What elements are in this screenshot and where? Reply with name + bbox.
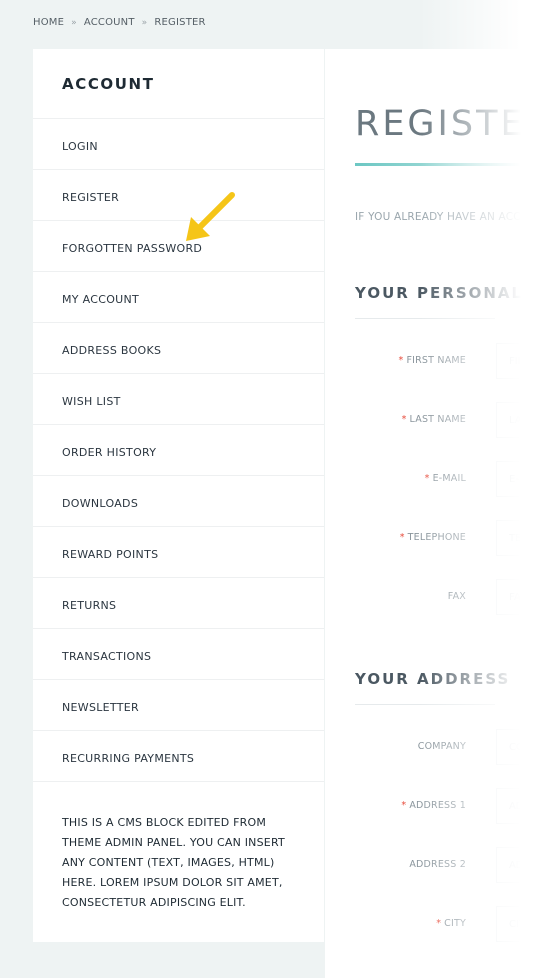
sidebar-item-transactions[interactable]: TRANSACTIONS <box>33 629 324 680</box>
main-content <box>325 49 539 978</box>
sidebar-item-my-account[interactable]: MY ACCOUNT <box>33 272 324 323</box>
form-row-fax: FAX <box>325 579 539 617</box>
form-row-email: * E-MAIL <box>325 461 539 499</box>
required-mark: * <box>399 532 405 543</box>
address-1-input[interactable] <box>496 788 539 824</box>
account-menu: LOGIN REGISTER FORGOTTEN PASSWORD MY ACC… <box>33 119 324 782</box>
form-row-address-1: * ADDRESS 1 <box>325 788 539 826</box>
sidebar-item-login[interactable]: LOGIN <box>33 119 324 170</box>
personal-details-heading: YOUR PERSONAL DE <box>355 284 539 302</box>
section-divider <box>355 318 495 319</box>
sidebar-item-newsletter[interactable]: NEWSLETTER <box>33 680 324 731</box>
company-input[interactable] <box>496 729 539 765</box>
city-input[interactable] <box>496 906 539 942</box>
breadcrumb-separator-icon: » <box>71 17 77 28</box>
breadcrumb-register[interactable]: REGISTER <box>154 17 205 28</box>
first-name-label: * FIRST NAME <box>399 355 466 366</box>
breadcrumb-home[interactable]: HOME <box>33 17 64 28</box>
city-label-text: CITY <box>444 918 466 929</box>
last-name-label: * LAST NAME <box>402 414 466 425</box>
required-mark: * <box>424 473 430 484</box>
section-divider <box>355 704 495 705</box>
telephone-label-text: TELEPHONE <box>407 532 466 543</box>
address-heading: YOUR ADDRESS <box>355 670 511 688</box>
sidebar-item-address-books[interactable]: ADDRESS BOOKS <box>33 323 324 374</box>
sidebar-item-order-history[interactable]: ORDER HISTORY <box>33 425 324 476</box>
breadcrumb-separator-icon: » <box>141 17 148 28</box>
form-row-last-name: * LAST NAME <box>325 402 539 440</box>
last-name-label-text: LAST NAME <box>409 414 466 425</box>
fax-input[interactable] <box>496 579 539 615</box>
address-1-label: * ADDRESS 1 <box>401 800 466 811</box>
sidebar-item-register[interactable]: REGISTER <box>33 170 324 221</box>
address-2-label: ADDRESS 2 <box>409 859 466 870</box>
required-mark: * <box>436 918 442 929</box>
cms-block-text: THIS IS A CMS BLOCK EDITED FROM THEME AD… <box>62 816 285 909</box>
email-input[interactable] <box>496 461 539 497</box>
company-label: COMPANY <box>417 741 466 752</box>
required-mark: * <box>398 355 404 366</box>
email-label: * E-MAIL <box>425 473 466 484</box>
sidebar-item-wish-list[interactable]: WISH LIST <box>33 374 324 425</box>
form-row-telephone: * TELEPHONE <box>325 520 539 558</box>
form-row-first-name: * FIRST NAME <box>325 343 539 381</box>
city-label: * CITY <box>436 918 466 929</box>
sidebar-title: ACCOUNT <box>33 49 324 119</box>
title-underline <box>355 163 520 166</box>
form-row-company: COMPANY <box>325 729 539 767</box>
email-label-text: E-MAIL <box>432 473 466 484</box>
required-mark: * <box>401 414 407 425</box>
sidebar-item-reward-points[interactable]: REWARD POINTS <box>33 527 324 578</box>
sidebar-item-returns[interactable]: RETURNS <box>33 578 324 629</box>
address-2-input[interactable] <box>496 847 539 883</box>
annotation-arrow-icon <box>186 192 235 241</box>
required-mark: * <box>401 800 407 811</box>
form-row-city: * CITY <box>325 906 539 944</box>
form-row-address-2: ADDRESS 2 <box>325 847 539 885</box>
intro-text: IF YOU ALREADY HAVE AN ACC <box>355 211 521 223</box>
breadcrumb: HOME » ACCOUNT » REGISTER <box>33 17 206 28</box>
telephone-label: * TELEPHONE <box>400 532 466 543</box>
sidebar-item-forgotten-password[interactable]: FORGOTTEN PASSWORD <box>33 221 324 272</box>
breadcrumb-account[interactable]: ACCOUNT <box>84 17 135 28</box>
page-title: REGISTER <box>355 104 539 144</box>
telephone-input[interactable] <box>496 520 539 556</box>
fax-label: FAX <box>447 591 466 602</box>
sidebar-item-downloads[interactable]: DOWNLOADS <box>33 476 324 527</box>
first-name-label-text: FIRST NAME <box>406 355 466 366</box>
first-name-input[interactable] <box>496 343 539 379</box>
address-1-label-text: ADDRESS 1 <box>409 800 466 811</box>
account-sidebar: ACCOUNT LOGIN REGISTER FORGOTTEN PASSWOR… <box>33 49 324 942</box>
sidebar-item-recurring-payments[interactable]: RECURRING PAYMENTS <box>33 731 324 782</box>
last-name-input[interactable] <box>496 402 539 438</box>
